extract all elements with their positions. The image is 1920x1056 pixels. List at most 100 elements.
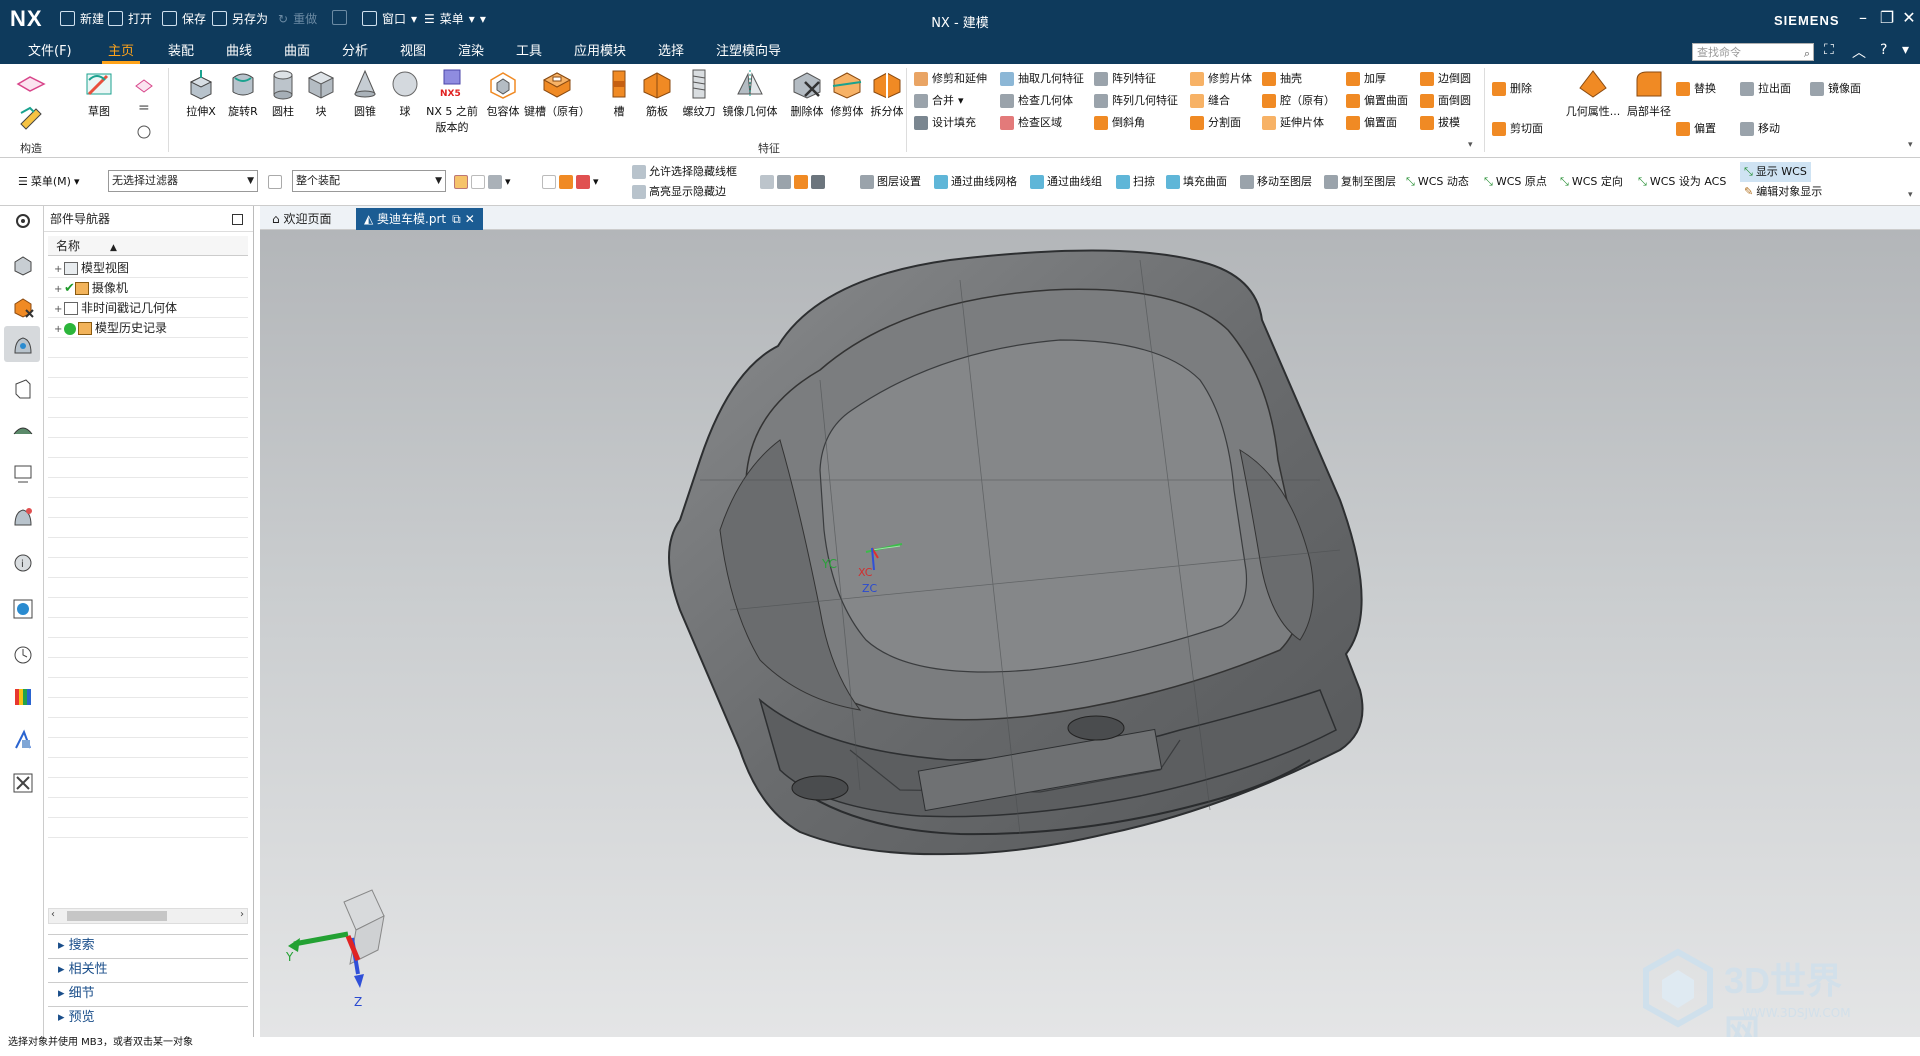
horizontal-scrollbar[interactable]: ‹ ›: [48, 908, 248, 924]
tab-mold-wizard[interactable]: 注塑模向导: [710, 40, 787, 64]
full-screen-icon[interactable]: ⛶: [1824, 42, 1834, 58]
sew-button[interactable]: 缝合: [1190, 90, 1230, 112]
save-as-button[interactable]: 另存为: [212, 10, 268, 27]
wcs-origin-button[interactable]: ⤡ WCS 原点: [1484, 172, 1547, 192]
file-menu[interactable]: 文件(F): [22, 40, 78, 64]
edit-object-display-button[interactable]: ✎ 编辑对象显示: [1744, 182, 1822, 202]
hd3d-tools-icon[interactable]: [12, 420, 34, 442]
history-icon[interactable]: [12, 506, 34, 528]
pre-nx5-features-button[interactable]: NX5 NX 5 之前版本的: [424, 68, 480, 135]
pattern-feature-button[interactable]: 阵列特征: [1094, 68, 1156, 90]
dimension-icons[interactable]: =: [134, 72, 156, 152]
role-icon[interactable]: [12, 728, 34, 750]
mirror-face-button[interactable]: 镜像面: [1810, 78, 1861, 100]
name-column-header[interactable]: 名称 ▲: [48, 236, 248, 256]
section-preview[interactable]: ▸ 预览: [48, 1006, 248, 1028]
scroll-right-icon[interactable]: ›: [240, 909, 244, 920]
new-button[interactable]: 新建: [60, 10, 104, 27]
mirror-geometry-button[interactable]: 镜像几何体: [718, 68, 782, 119]
tab-applications[interactable]: 应用模块: [568, 40, 632, 64]
sketch-pencil-icon[interactable]: [18, 104, 46, 132]
extract-geometry-button[interactable]: 抽取几何特征: [1000, 68, 1084, 90]
section-search[interactable]: ▸ 搜索: [48, 934, 248, 956]
sketch-button[interactable]: 草图: [74, 68, 124, 119]
delete-face-button[interactable]: 删除: [1492, 78, 1532, 100]
tab-home[interactable]: 主页: [102, 40, 141, 64]
view-triad[interactable]: Y Z: [285, 889, 385, 1009]
tools-icon[interactable]: [12, 772, 34, 794]
restore-icon[interactable]: ❐: [1876, 8, 1898, 27]
through-curves-button[interactable]: 通过曲线组: [1030, 172, 1102, 192]
graphics-window[interactable]: YC XC ZC Y Z: [260, 230, 1920, 1037]
save-button[interactable]: 保存: [162, 10, 206, 27]
palette-icon[interactable]: [12, 686, 34, 708]
edge-blend-button[interactable]: 边倒圆: [1420, 68, 1471, 90]
scroll-left-icon[interactable]: ‹: [51, 909, 55, 920]
toolbar-more-icon[interactable]: ▾: [1908, 190, 1913, 200]
tab-analysis[interactable]: 分析: [336, 40, 374, 64]
offset-region-button[interactable]: 偏置: [1676, 118, 1716, 140]
pattern-geometry-button[interactable]: 阵列几何特征: [1094, 90, 1178, 112]
selection-scope-select[interactable]: 整个装配 ▼: [292, 170, 446, 192]
local-radius-button[interactable]: 局部半径: [1622, 68, 1676, 119]
pocket-legacy-button[interactable]: 腔（原有）: [1262, 90, 1335, 112]
slot-legacy-button[interactable]: 键槽（原有）: [524, 68, 590, 119]
replace-face-button[interactable]: 替换: [1676, 78, 1716, 100]
redo-button[interactable]: ↻ 重做: [278, 10, 317, 27]
datum-plane-icon[interactable]: [16, 74, 46, 94]
draft-button[interactable]: 拔模: [1420, 112, 1460, 134]
tab-part-file[interactable]: ◭ 奥迪车模.prt ⧉ ✕: [356, 208, 483, 230]
clock-icon[interactable]: [12, 644, 34, 666]
check-geometry-button[interactable]: 检查几何体: [1000, 90, 1073, 112]
command-search-input[interactable]: 查找命令 ⌕: [1692, 43, 1814, 61]
car-body[interactable]: [668, 249, 1364, 856]
open-button[interactable]: 打开: [108, 10, 152, 27]
block-button[interactable]: 块: [296, 68, 346, 119]
trim-sheet-button[interactable]: 修剪片体: [1190, 68, 1252, 90]
tab-surface[interactable]: 曲面: [278, 40, 316, 64]
popout-icon[interactable]: ⧉: [452, 212, 461, 226]
move-face-button[interactable]: 移动: [1740, 118, 1780, 140]
offset-surface-button[interactable]: 偏置曲面: [1346, 90, 1408, 112]
section-details[interactable]: ▸ 细节: [48, 982, 248, 1004]
main-menu-button[interactable]: ☰ 菜单(M) ▾: [18, 172, 79, 192]
shell-button[interactable]: 抽壳: [1262, 68, 1302, 90]
info-icon[interactable]: i: [12, 552, 34, 574]
web-browser-icon[interactable]: [12, 462, 34, 484]
move-to-layer-button[interactable]: 移动至图层: [1240, 172, 1312, 192]
ribbon-more-icon[interactable]: ▾: [1908, 140, 1913, 150]
layer-settings-button[interactable]: 图层设置: [860, 172, 921, 192]
copy-to-layer-button[interactable]: 复制至图层: [1324, 172, 1396, 192]
face-blend-button[interactable]: 面倒圆: [1420, 90, 1471, 112]
selection-tools-icons[interactable]: ▾: [542, 172, 599, 192]
design-fill-button[interactable]: 设计填充: [914, 112, 976, 134]
tree-node-model-views[interactable]: + 模型视图: [48, 258, 248, 278]
reuse-library-icon[interactable]: [12, 378, 34, 400]
help-icon[interactable]: ?: [1880, 42, 1887, 58]
section-dependencies[interactable]: ▸ 相关性: [48, 958, 248, 980]
chevron-down-icon[interactable]: ▾: [1902, 42, 1909, 58]
divide-face-button[interactable]: 分割面: [1190, 112, 1241, 134]
fill-surface-button[interactable]: 填充曲面: [1166, 172, 1227, 192]
collapse-ribbon-icon[interactable]: ︿: [1852, 42, 1866, 62]
tree-node-unused-items[interactable]: + 非时间戳记几何体: [48, 298, 248, 318]
allow-select-hidden-wireframe[interactable]: 允许选择隐藏线框: [632, 162, 737, 182]
constraint-navigator-icon[interactable]: [12, 296, 34, 318]
tab-assembly[interactable]: 装配: [162, 40, 200, 64]
swept-button[interactable]: 扫掠: [1116, 172, 1155, 192]
view-icons[interactable]: [760, 172, 825, 192]
menu-dropdown[interactable]: ☰ 菜单 ▾ ▾: [424, 10, 486, 27]
pull-face-button[interactable]: 拉出面: [1740, 78, 1791, 100]
tree-node-model-history[interactable]: + 模型历史记录: [48, 318, 248, 338]
trim-extend-button[interactable]: 修剪和延伸: [914, 68, 987, 90]
extend-sheet-button[interactable]: 延伸片体: [1262, 112, 1324, 134]
gear-icon[interactable]: [12, 210, 34, 232]
tab-curve[interactable]: 曲线: [220, 40, 258, 64]
thread-tool-button[interactable]: 螺纹刀: [674, 68, 724, 119]
display-wcs-toggle[interactable]: ⤡ 显示 WCS: [1740, 162, 1811, 182]
system-materials-icon[interactable]: [12, 598, 34, 620]
repeat-command-icon[interactable]: [332, 10, 347, 25]
tab-tools[interactable]: 工具: [510, 40, 548, 64]
wcs-dynamic-button[interactable]: ⤡ WCS 动态: [1406, 172, 1469, 192]
split-body-button[interactable]: 拆分体: [862, 68, 912, 119]
